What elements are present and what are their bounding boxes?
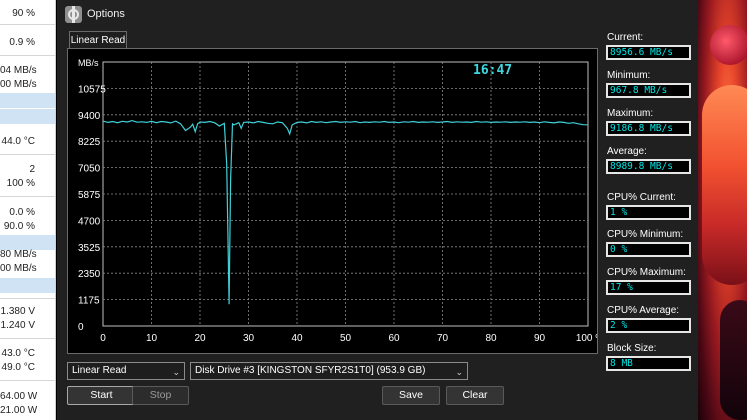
cpu-minimum-label: CPU% Minimum: xyxy=(607,229,684,240)
cpu-current-value: 1 % xyxy=(606,205,691,220)
background-app-panel: 90 % 0.9 % 04 MB/s 00 MB/s 44.0 °C 2 100… xyxy=(0,0,56,420)
test-type-value: Linear Read xyxy=(72,365,127,376)
throughput-series-line xyxy=(102,119,589,305)
bg-row: 90 % xyxy=(12,8,35,19)
y-tick-label: 7050 xyxy=(78,164,101,175)
title-bar: Options xyxy=(57,0,698,28)
x-tick-label: 20 xyxy=(194,333,206,344)
current-label: Current: xyxy=(607,32,644,43)
y-tick-label: 5875 xyxy=(78,190,101,201)
bg-row: 00 MB/s xyxy=(0,79,37,90)
x-tick-label: 60 xyxy=(388,333,400,344)
x-tick-label: 30 xyxy=(243,333,255,344)
cpu-average-label: CPU% Average: xyxy=(607,305,680,316)
app-gauge-icon xyxy=(65,6,82,23)
chevron-down-icon: ⌄ xyxy=(455,367,463,377)
y-tick-label: 9400 xyxy=(78,111,101,122)
bg-row: 0.9 % xyxy=(9,37,35,48)
bg-row: 49.0 °C xyxy=(1,362,35,373)
average-value: 8989.8 MB/s xyxy=(606,159,691,174)
bg-row: 1.380 V xyxy=(0,306,35,317)
stop-button[interactable]: Stop xyxy=(132,386,189,405)
y-tick-label: 0 xyxy=(78,322,84,333)
x-tick-label: 0 xyxy=(100,333,106,344)
block-size-value: 8 MB xyxy=(606,356,691,371)
cpu-maximum-label: CPU% Maximum: xyxy=(607,267,686,278)
block-size-label: Block Size: xyxy=(607,343,657,354)
y-tick-label: 1175 xyxy=(78,296,100,307)
bg-row: 21.00 W xyxy=(0,405,38,416)
minimum-value: 967.8 MB/s xyxy=(606,83,691,98)
desktop-wallpaper xyxy=(698,0,747,420)
cpu-maximum-value: 17 % xyxy=(606,280,691,295)
save-button[interactable]: Save xyxy=(382,386,440,405)
bg-row: 00 MB/s xyxy=(0,263,37,274)
bg-row-highlight xyxy=(0,278,55,293)
y-tick-label: 2350 xyxy=(78,269,101,280)
bg-row: 100 % xyxy=(6,178,35,189)
bg-row: 1.240 V xyxy=(0,320,35,331)
cpu-current-label: CPU% Current: xyxy=(607,192,676,203)
y-axis-unit-label: MB/s xyxy=(78,58,99,68)
menu-options[interactable]: Options xyxy=(87,8,125,20)
y-tick-label: 4700 xyxy=(78,216,101,227)
elapsed-time-label: 16:47 xyxy=(473,63,512,78)
maximum-label: Maximum: xyxy=(607,108,654,119)
minimum-label: Minimum: xyxy=(607,70,651,81)
x-tick-label: 10 xyxy=(146,333,158,344)
bg-row-highlight xyxy=(0,93,55,108)
bg-row: 64.00 W xyxy=(0,391,38,402)
maximum-value: 9186.8 MB/s xyxy=(606,121,691,136)
x-tick-label: 100 % xyxy=(576,333,597,344)
chevron-down-icon: ⌄ xyxy=(172,367,180,377)
test-type-select[interactable]: Linear Read ⌄ xyxy=(67,362,185,380)
benchmark-window: Options Linear Read 0 1175 2350 3525 4700 587… xyxy=(57,0,698,420)
y-tick-label: 3525 xyxy=(78,243,101,254)
current-value: 8956.6 MB/s xyxy=(606,45,691,60)
bg-row: 43.0 °C xyxy=(1,348,35,359)
y-tick-label: 10575 xyxy=(78,84,106,95)
bg-row: 0.0 % xyxy=(9,207,35,218)
x-tick-label: 70 xyxy=(437,333,449,344)
cpu-minimum-value: 0 % xyxy=(606,242,691,257)
x-tick-label: 80 xyxy=(485,333,497,344)
graph-panel: 0 1175 2350 3525 4700 5875 7050 8225 9400 10575 MB… xyxy=(67,48,598,354)
bg-row: 44.0 °C xyxy=(1,136,35,147)
cpu-average-value: 2 % xyxy=(606,318,691,333)
x-tick-label: 40 xyxy=(291,333,303,344)
tab-linear-read[interactable]: Linear Read xyxy=(69,31,127,49)
x-tick-label: 90 xyxy=(534,333,546,344)
bg-row-highlight xyxy=(0,109,55,124)
throughput-chart: 01175235035254700587570508225940010575MB… xyxy=(78,58,597,344)
bg-row: 90.0 % xyxy=(3,221,35,232)
drive-select[interactable]: Disk Drive #3 [KINGSTON SFYR2S1T0] (953.… xyxy=(190,362,468,380)
bg-row: 04 MB/s xyxy=(0,65,37,76)
bg-row: 2 xyxy=(29,164,35,175)
drive-value: Disk Drive #3 [KINGSTON SFYR2S1T0] (953.… xyxy=(195,365,426,376)
bg-row: 80 MB/s xyxy=(0,249,37,260)
start-button[interactable]: Start xyxy=(67,386,136,405)
y-tick-label: 8225 xyxy=(78,137,101,148)
average-label: Average: xyxy=(607,146,647,157)
clear-button[interactable]: Clear xyxy=(446,386,504,405)
x-tick-label: 50 xyxy=(340,333,352,344)
